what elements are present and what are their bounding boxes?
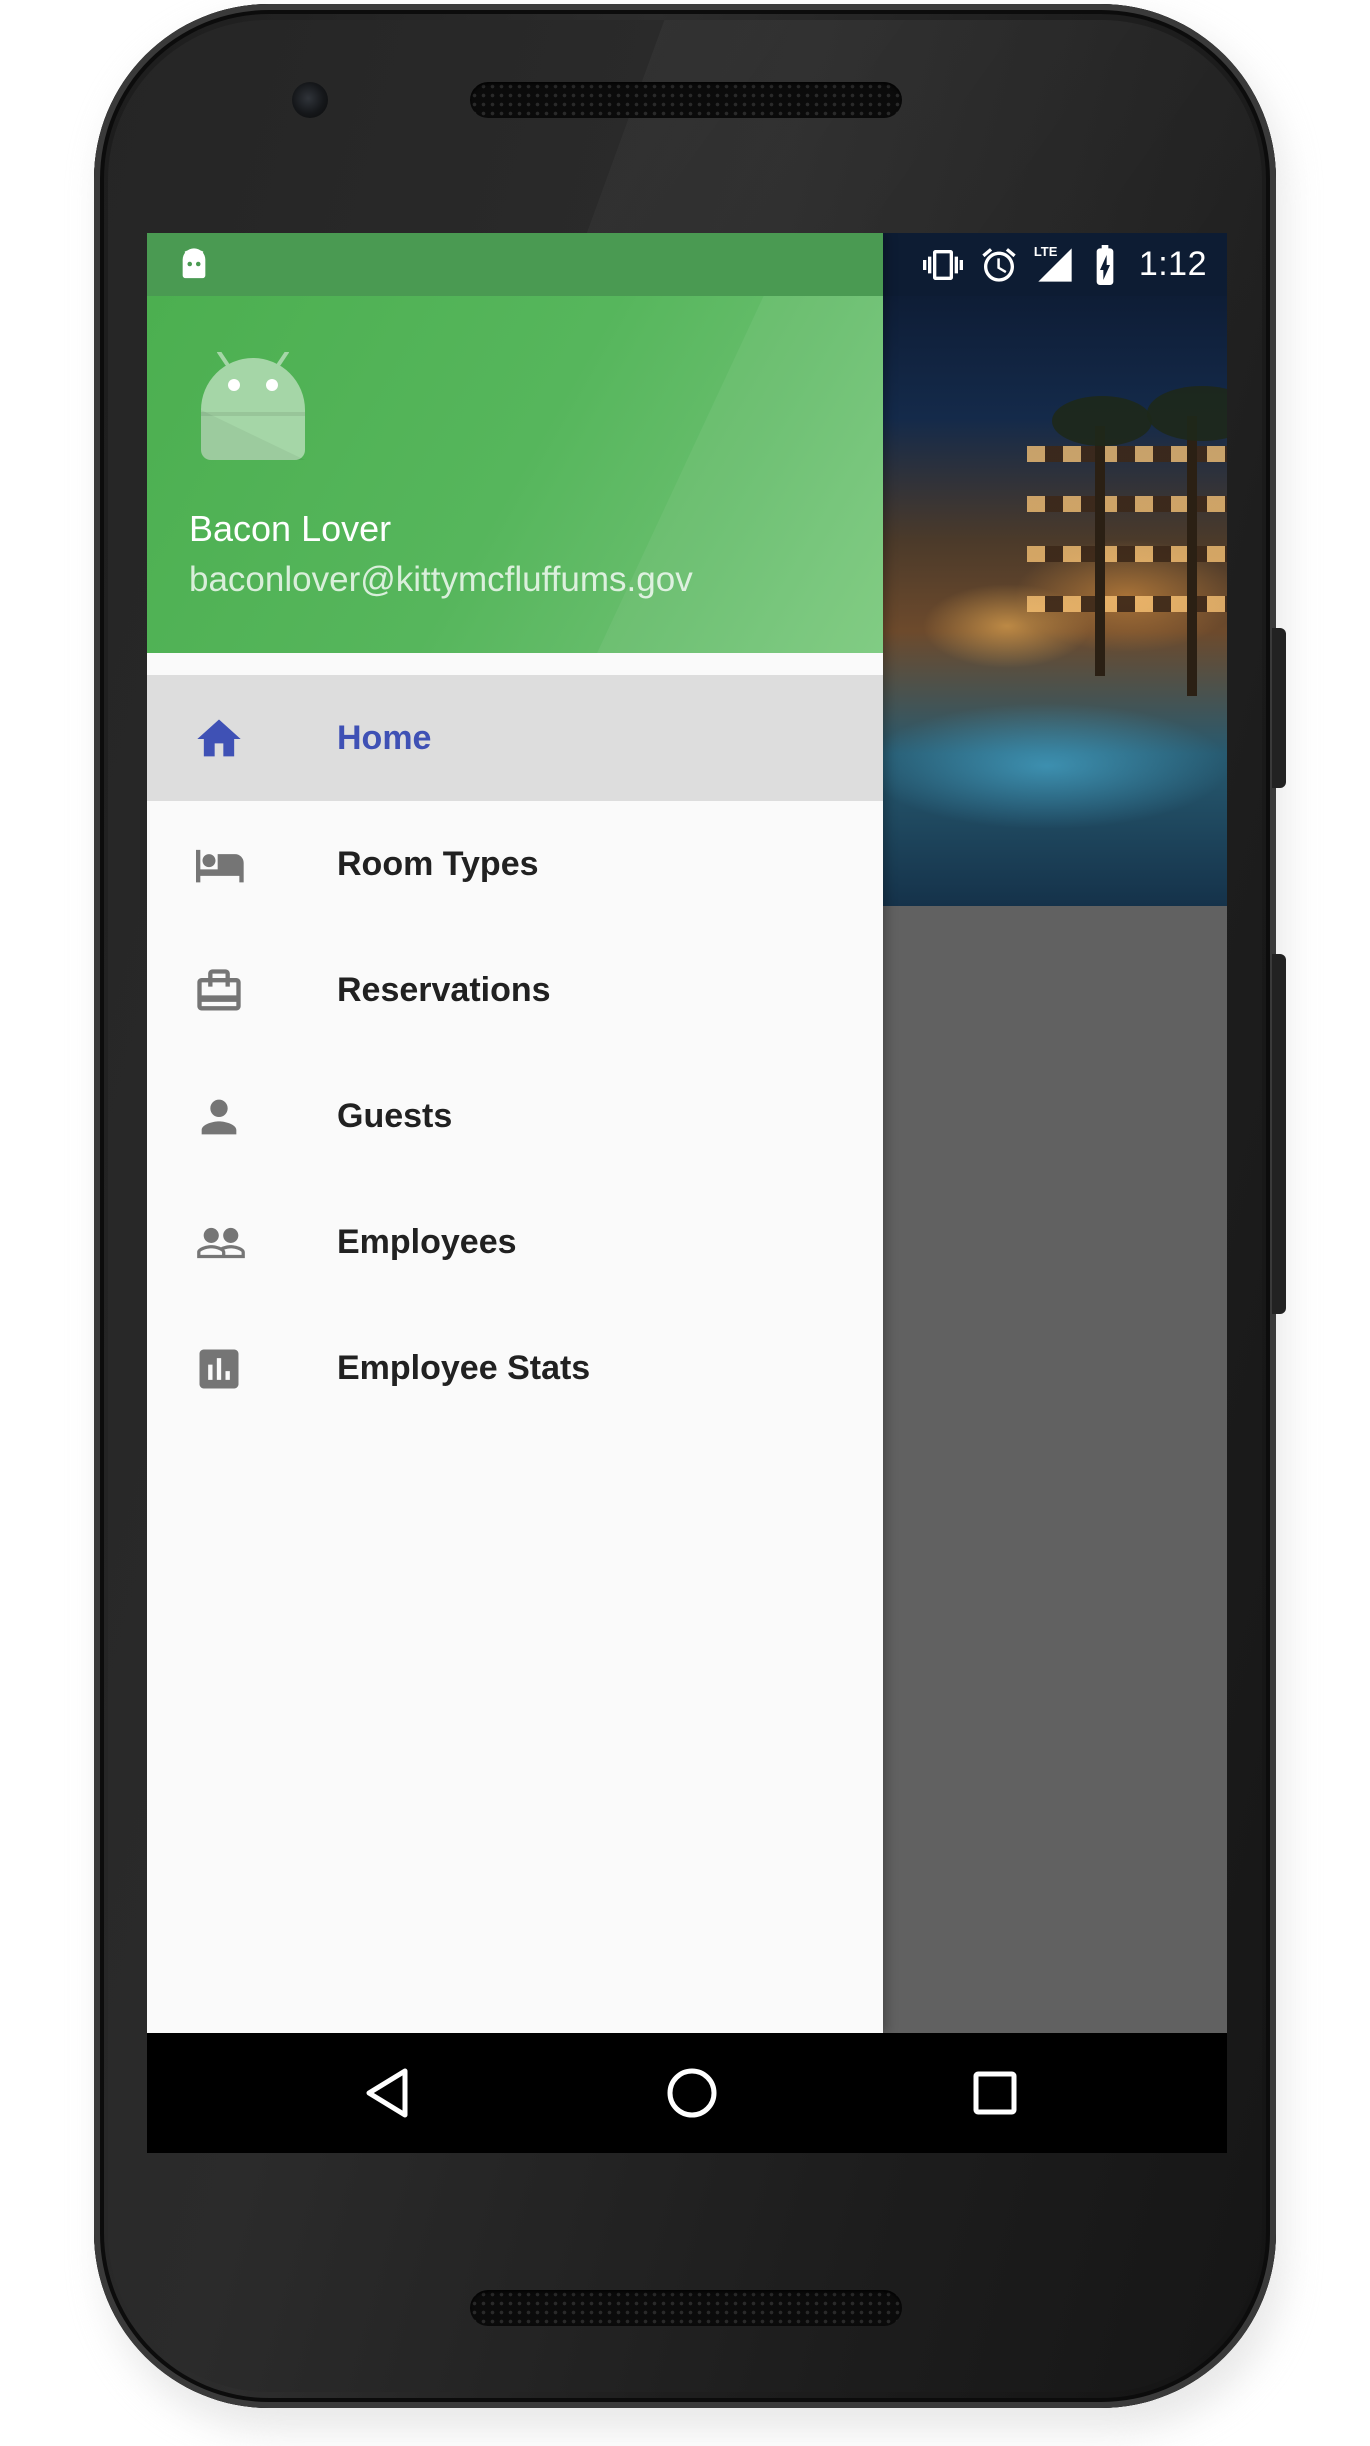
user-email: baconlover@kittymcfluffums.gov <box>189 560 693 599</box>
home-nav-icon[interactable] <box>662 2063 722 2123</box>
power-button <box>1272 628 1286 788</box>
hotel-window-row <box>1027 446 1227 462</box>
home-icon <box>193 713 245 765</box>
navigation-drawer: Bacon Lover baconlover@kittymcfluffums.g… <box>147 233 883 2033</box>
android-avatar-icon[interactable] <box>201 350 305 465</box>
menu-item-label: Employees <box>337 1222 517 1261</box>
lte-label: LTE <box>1032 243 1059 259</box>
bottom-speaker <box>470 2290 902 2326</box>
bar-chart-icon <box>193 1343 245 1395</box>
user-name: Bacon Lover <box>189 508 392 549</box>
hotel-window-row <box>1027 546 1227 562</box>
menu-item-home[interactable]: Home <box>147 675 883 801</box>
menu-item-room-types[interactable]: Room Types <box>147 801 883 927</box>
briefcase-icon <box>193 965 245 1017</box>
menu-item-reservations[interactable]: Reservations <box>147 927 883 1053</box>
drawer-status-bar <box>147 233 883 296</box>
phone-screen: LTE 1:12 Bacon Lover baconlover@kittymcf… <box>147 233 1227 2153</box>
menu-item-guests[interactable]: Guests <box>147 1053 883 1179</box>
menu-item-employee-stats[interactable]: Employee Stats <box>147 1305 883 1431</box>
palm-leaves <box>1147 386 1227 441</box>
menu-item-label: Home <box>337 718 432 757</box>
menu-item-label: Employee Stats <box>337 1348 591 1387</box>
front-camera <box>292 82 328 118</box>
drawer-header: Bacon Lover baconlover@kittymcfluffums.g… <box>147 296 883 653</box>
menu-item-employees[interactable]: Employees <box>147 1179 883 1305</box>
palm-leaves <box>1052 396 1152 446</box>
earpiece-speaker <box>470 82 902 118</box>
system-navigation-bar <box>147 2033 1227 2153</box>
recent-apps-icon[interactable] <box>965 2063 1025 2123</box>
bed-icon <box>193 839 245 891</box>
palm-tree <box>1095 426 1105 676</box>
hotel-window-row <box>1027 596 1227 612</box>
person-icon <box>193 1091 245 1143</box>
hotel-window-row <box>1027 496 1227 512</box>
people-icon <box>193 1217 245 1269</box>
alarm-icon <box>979 245 1019 285</box>
menu-item-label: Guests <box>337 1096 453 1135</box>
vibrate-icon <box>921 245 965 285</box>
status-icons: LTE 1:12 <box>921 233 1207 296</box>
battery-charging-icon <box>1091 244 1119 285</box>
status-time: 1:12 <box>1138 245 1207 283</box>
menu-item-label: Room Types <box>337 844 539 883</box>
drawer-menu: Home Room Types Reservations Guests Empl… <box>147 675 883 1431</box>
volume-button <box>1272 954 1286 1314</box>
menu-item-label: Reservations <box>337 970 551 1009</box>
back-icon[interactable] <box>357 2063 417 2123</box>
android-notification-icon <box>177 247 211 286</box>
lte-signal-icon: LTE <box>1032 243 1077 285</box>
palm-tree <box>1187 416 1197 696</box>
